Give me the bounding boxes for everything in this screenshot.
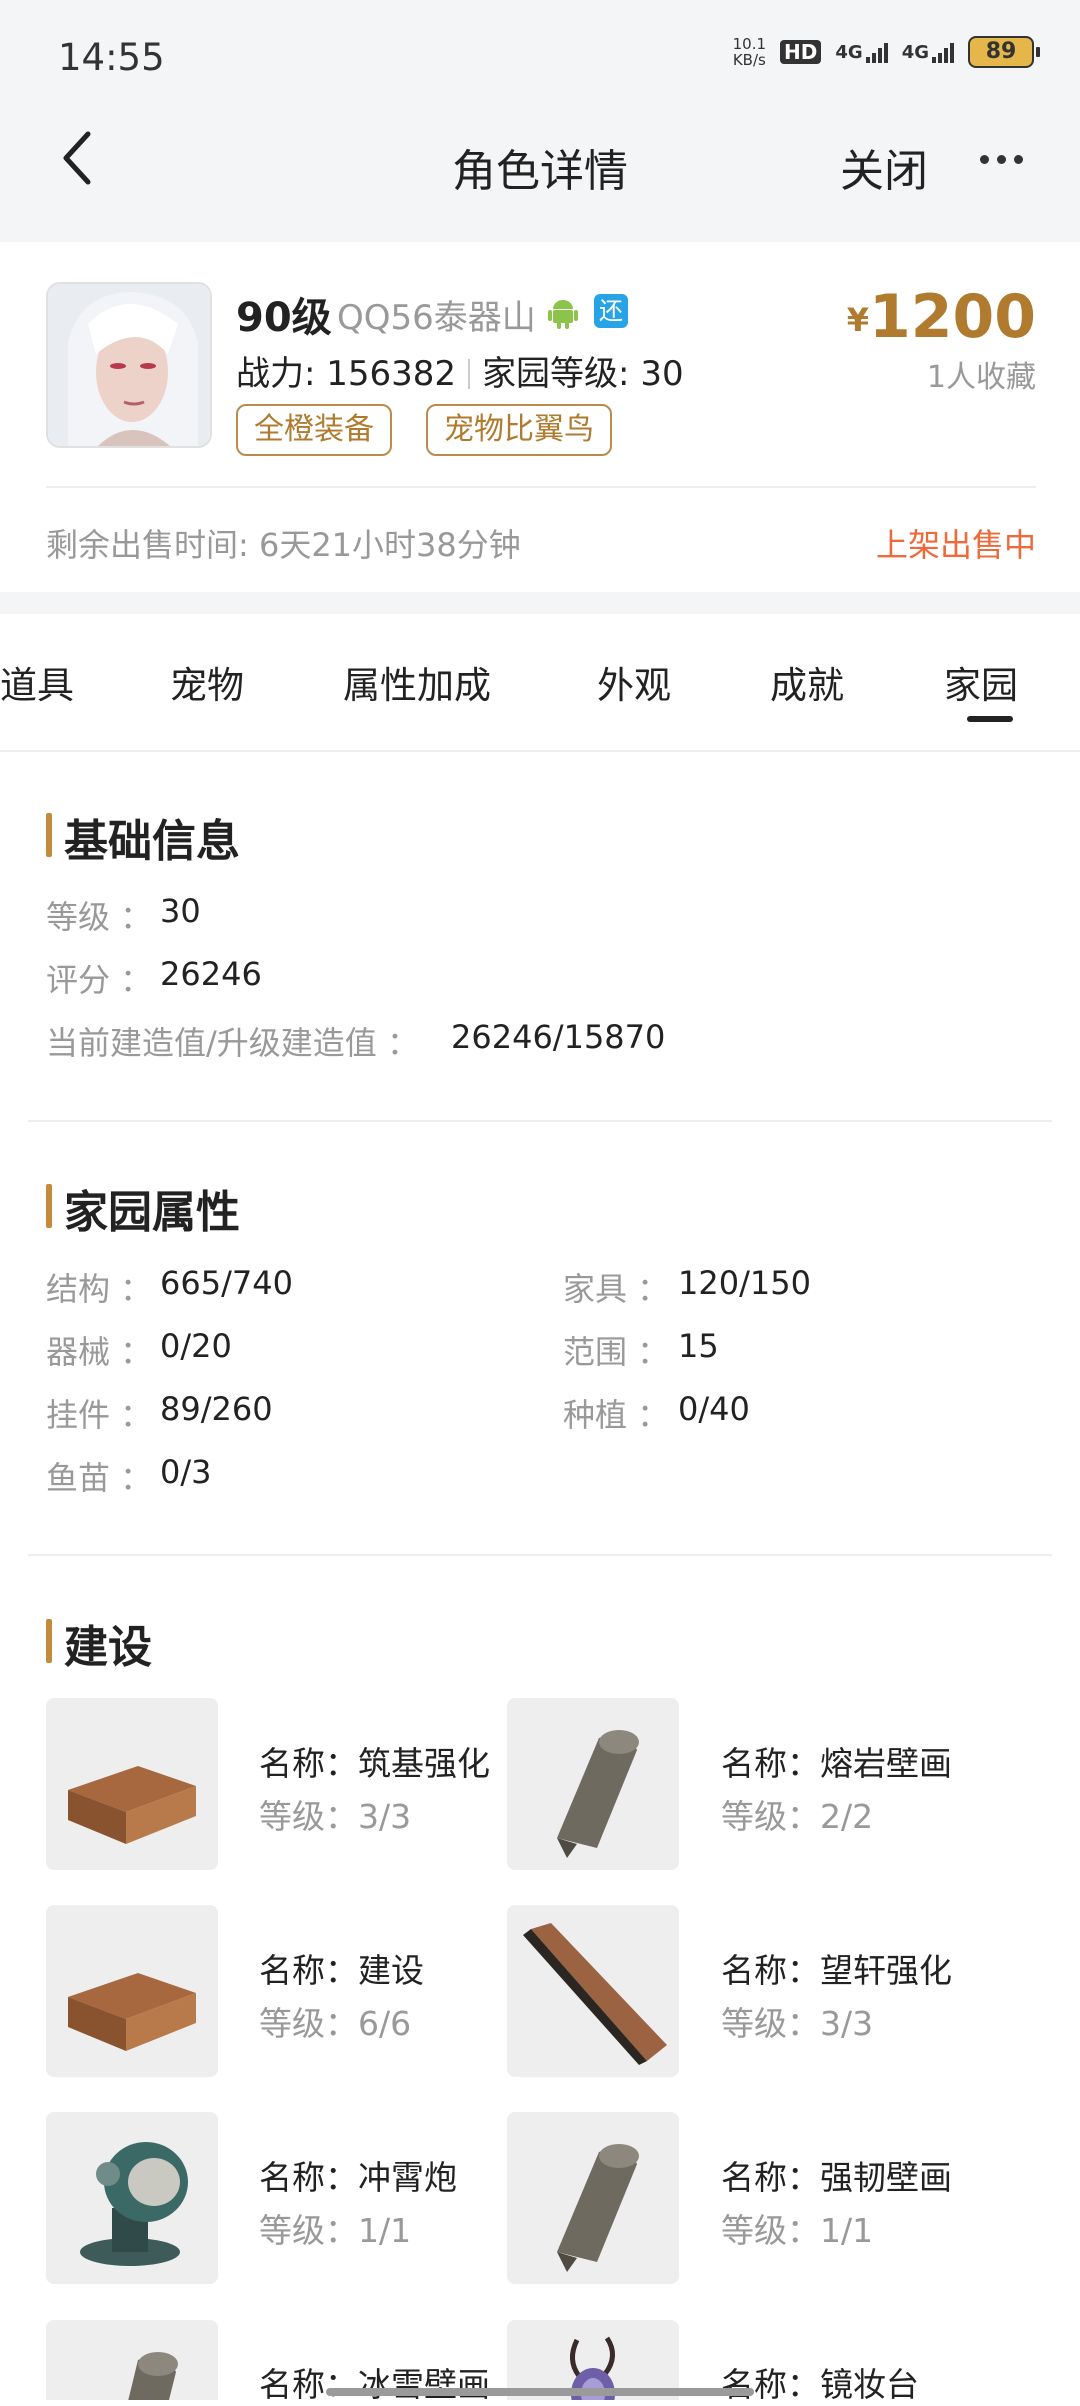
scroll-icon[interactable]: [507, 2112, 679, 2284]
section-title-construction: 建设: [46, 1611, 152, 1675]
item-name: 名称：强韧壁画: [721, 2158, 952, 2197]
status-time: 14:55: [58, 36, 165, 79]
section-gap: [0, 592, 1080, 614]
item-level: 等级：3/3: [259, 1797, 412, 1836]
item-level: 等级：1/1: [721, 2211, 874, 2250]
tab-attribute-bonus[interactable]: 属性加成: [343, 655, 491, 709]
tag-pet: 宠物比翼鸟: [426, 404, 612, 456]
info-label: 器械 ：: [46, 1333, 153, 1371]
info-value: 26246: [160, 955, 262, 993]
net-speed: 10.1 KB/s: [732, 35, 767, 69]
tab-bar: [0, 614, 1080, 752]
info-label: 当前建造值/升级建造值 ：: [46, 1024, 419, 1062]
return-badge: 还: [594, 294, 628, 328]
tab-pets[interactable]: 宠物: [170, 655, 244, 709]
power-value: 战力: 156382: [236, 354, 457, 394]
info-label: 鱼苗 ：: [46, 1459, 153, 1497]
item-name: 名称：镜妆台: [721, 2365, 919, 2404]
price: ¥1200: [846, 282, 1036, 352]
remaining-sale-time: 剩余出售时间: 6天21小时38分钟: [46, 526, 521, 564]
item-name: 名称：冲霄炮: [259, 2158, 457, 2197]
sale-status: 上架出售中: [875, 526, 1036, 564]
more-options-icon[interactable]: [980, 155, 1023, 164]
item-name: 名称：熔岩壁画: [721, 1744, 952, 1783]
info-value: 0/40: [678, 1390, 750, 1428]
signal-icon-2: 4G: [902, 41, 954, 63]
tab-items[interactable]: 道具: [0, 655, 74, 709]
server-name: QQ56泰器山: [337, 298, 536, 338]
signal-icon-1: 4G: [835, 41, 888, 63]
wood-block-icon[interactable]: [46, 1698, 218, 1870]
item-name: 名称：望轩强化: [721, 1951, 952, 1990]
cannon-icon[interactable]: [46, 2112, 218, 2284]
info-label: 家具 ：: [563, 1270, 670, 1308]
item-level: 等级：1/1: [259, 2211, 412, 2250]
home-indicator[interactable]: [326, 2388, 754, 2396]
info-value: 30: [160, 892, 201, 930]
hd-voice-icon: HD: [780, 40, 822, 64]
character-avatar[interactable]: [46, 282, 212, 448]
info-label: 挂件 ：: [46, 1396, 153, 1434]
tag-equipment: 全橙装备: [236, 404, 392, 456]
item-name: 名称：冰雪壁画: [259, 2365, 490, 2404]
section-title-basic-info: 基础信息: [46, 805, 240, 869]
info-value: 26246/15870: [451, 1018, 666, 1056]
item-name: 名称：筑基强化: [259, 1744, 490, 1783]
info-value: 120/150: [678, 1264, 811, 1302]
tab-home[interactable]: 家园: [944, 655, 1018, 709]
scroll-icon[interactable]: [46, 2320, 218, 2400]
favorites-count: 1人收藏: [926, 360, 1036, 395]
section-title-home-attributes: 家园属性: [46, 1176, 240, 1240]
info-value: 0/3: [160, 1453, 212, 1491]
info-label: 结构 ：: [46, 1270, 153, 1308]
battery-icon: 89: [968, 36, 1040, 68]
info-label: 范围 ：: [563, 1333, 670, 1371]
item-name: 名称：建设: [259, 1951, 424, 1990]
tab-appearance[interactable]: 外观: [597, 655, 671, 709]
info-value: 15: [678, 1327, 719, 1365]
tab-achievements[interactable]: 成就: [770, 655, 844, 709]
divider: [46, 486, 1036, 488]
status-icons: 10.1 KB/s HD 4G 4G 89: [733, 36, 1040, 68]
item-level: 等级：6/6: [259, 2004, 412, 2043]
scroll-icon[interactable]: [507, 1698, 679, 1870]
info-value: 0/20: [160, 1327, 232, 1365]
wood-block-icon[interactable]: [46, 1905, 218, 2077]
plank-icon[interactable]: [507, 1905, 679, 2077]
character-level: 90级: [236, 295, 332, 341]
home-level-value: 家园等级: 30: [482, 354, 684, 394]
info-label: 种植 ：: [563, 1396, 670, 1434]
info-label: 等级 ：: [46, 898, 153, 936]
close-button[interactable]: 关闭: [840, 135, 928, 199]
item-level: 等级：2/2: [721, 1797, 874, 1836]
item-level: 等级：3/3: [721, 2004, 874, 2043]
info-value: 665/740: [160, 1264, 293, 1302]
info-value: 89/260: [160, 1390, 273, 1428]
info-label: 评分 ：: [46, 961, 153, 999]
divider: [28, 1120, 1052, 1122]
character-stats: 战力: 156382 家园等级: 30: [236, 346, 684, 395]
tab-active-indicator: [967, 716, 1013, 722]
android-icon: [548, 300, 578, 329]
divider: [28, 1554, 1052, 1556]
